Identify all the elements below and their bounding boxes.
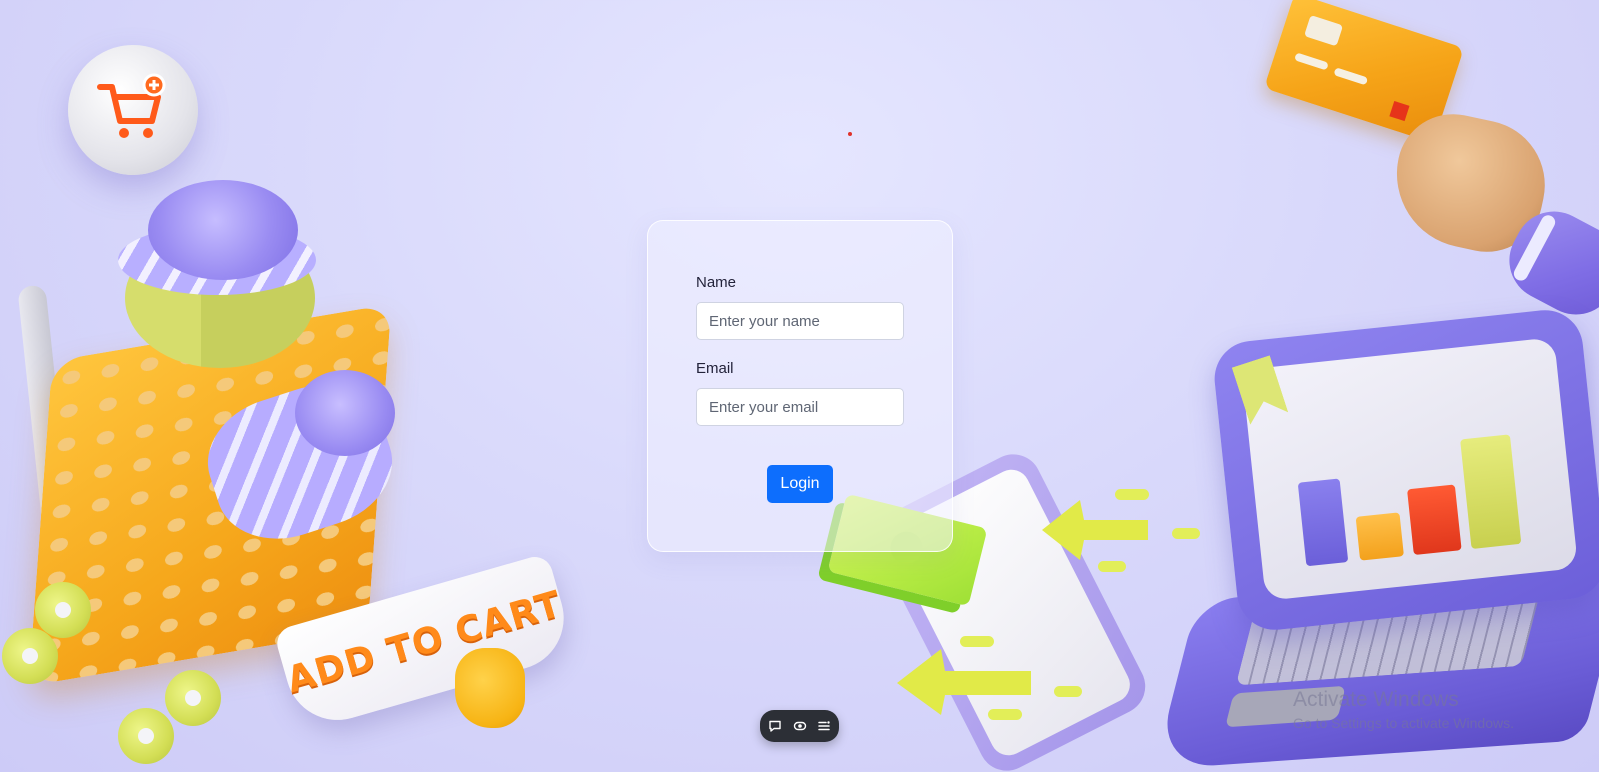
menu-button[interactable] [814, 716, 834, 736]
watermark-subtitle: Go to Settings to activate Windows. [1293, 715, 1514, 731]
cart-wheel-icon [165, 670, 221, 726]
red-dot [848, 132, 852, 136]
pointer-hand-icon [455, 648, 525, 728]
chat-icon [769, 720, 781, 732]
login-form: Name Email Login [647, 220, 953, 552]
cart-wheel-icon [118, 708, 174, 764]
cart-wheel-icon [2, 628, 58, 684]
watermark-title: Activate Windows [1293, 688, 1459, 711]
login-button[interactable]: Login [767, 465, 833, 503]
visibility-button[interactable] [790, 716, 810, 736]
activate-windows-watermark: Activate Windows Go to Settings to activ… [1293, 688, 1514, 731]
name-input[interactable] [696, 302, 904, 340]
eye-icon [793, 721, 806, 731]
floating-toolbar [760, 710, 839, 742]
chat-button[interactable] [765, 716, 785, 736]
gift-bow-illustration [148, 180, 298, 280]
shopping-cart-icon [97, 73, 166, 138]
arrow-left-icon [897, 649, 1031, 715]
name-label: Name [696, 274, 737, 291]
cart-badge-icon [68, 45, 198, 175]
cart-wheel-icon [35, 582, 91, 638]
list-icon [818, 721, 830, 731]
email-label: Email [696, 360, 734, 377]
email-input[interactable] [696, 388, 904, 426]
arrow-left-icon [1042, 500, 1148, 560]
gift-bow-illustration [295, 370, 395, 456]
